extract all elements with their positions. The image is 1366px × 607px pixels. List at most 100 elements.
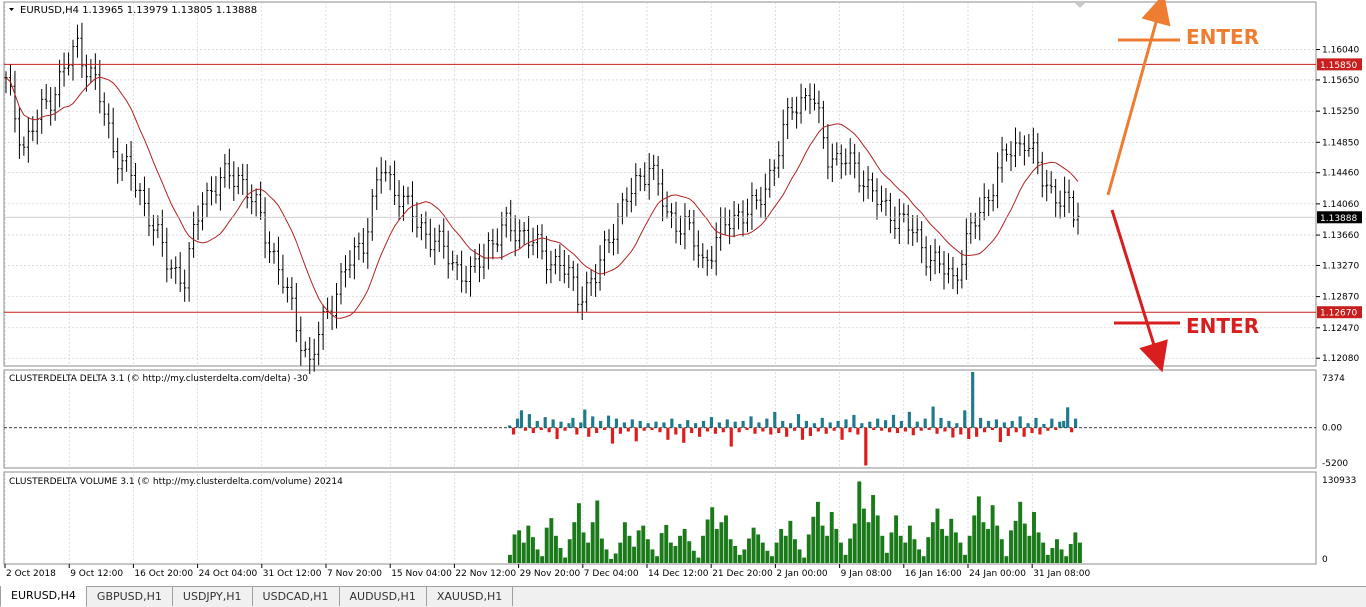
tab-eurusd-h4[interactable]: EURUSD,H4 <box>0 586 87 607</box>
delta-bar <box>610 427 615 444</box>
delta-bar <box>990 427 995 430</box>
volume-bar <box>664 524 669 563</box>
volume-bar <box>797 549 802 563</box>
volume-bar <box>673 546 678 563</box>
delta-bar <box>947 420 951 428</box>
volume-bar <box>829 512 834 563</box>
delta-bar <box>1046 427 1050 431</box>
volume-bar <box>572 522 577 563</box>
volume-bar <box>1013 520 1018 563</box>
delta-bar <box>551 419 555 428</box>
delta-bar <box>1042 423 1046 428</box>
current-price-label: 1.13888 <box>1320 214 1357 224</box>
delta-bar <box>824 427 828 434</box>
delta-bar <box>864 427 868 466</box>
tab-xauusd-h1[interactable]: XAUUSD,H1 <box>427 587 514 606</box>
volume-bar <box>521 542 526 563</box>
delta-bar <box>955 423 959 428</box>
delta-bar <box>872 427 876 430</box>
delta-bar <box>741 420 745 428</box>
delta-bar <box>982 427 987 433</box>
volume-bar <box>976 496 981 563</box>
volume-bar <box>632 546 637 563</box>
volume-bar <box>1059 549 1064 563</box>
delta-bar <box>745 427 749 430</box>
delta-bar <box>868 421 872 428</box>
delta-bar <box>808 427 812 437</box>
delta-bar <box>697 427 702 437</box>
delta-bar <box>567 423 571 428</box>
price-tick-label: 1.12870 <box>1322 293 1359 303</box>
delta-bar <box>725 419 729 428</box>
delta-bar <box>1054 427 1058 430</box>
delta-bar <box>832 427 836 431</box>
volume-bar <box>1009 530 1013 563</box>
volume-bar <box>793 539 797 563</box>
delta-bar <box>919 427 923 431</box>
volume-tick-label: 0 <box>1322 555 1328 565</box>
chart-background <box>0 0 1366 586</box>
delta-bar <box>1022 427 1026 437</box>
delta-bar <box>579 422 583 428</box>
volume-bar <box>650 549 655 563</box>
delta-bar <box>511 427 516 435</box>
volume-bar <box>549 518 554 563</box>
volume-bar <box>981 522 986 563</box>
volume-bar <box>553 535 558 563</box>
delta-bar <box>602 427 607 430</box>
volume-bar <box>719 522 724 563</box>
delta-bar <box>555 427 559 440</box>
volume-bar <box>540 556 545 563</box>
volume-bar <box>806 534 811 563</box>
time-tick-label: 15 Nov 04:00 <box>391 569 452 579</box>
volume-bar <box>1064 556 1069 563</box>
delta-bar <box>998 427 1002 443</box>
tab-gbpusd-h1[interactable]: GBPUSD,H1 <box>87 587 173 606</box>
trading-chart: 1.15850 1.12670 1.13888 1.16040 1.15650 1.15… <box>0 0 1366 586</box>
delta-bar <box>1018 416 1022 428</box>
volume-bar <box>710 507 715 563</box>
enter-label-down: ENTER <box>1186 314 1259 338</box>
volume-bar <box>618 542 623 563</box>
volume-bar <box>903 542 908 563</box>
tab-audusd-h1[interactable]: AUDUSD,H1 <box>340 587 427 606</box>
delta-bar <box>543 417 547 428</box>
delta-bar <box>943 427 947 432</box>
volume-bar <box>1055 539 1059 563</box>
delta-bar <box>792 427 797 431</box>
delta-indicator-title: CLUSTERDELTA DELTA 3.1 (© http://my.clus… <box>9 374 308 384</box>
delta-bar <box>777 427 781 434</box>
price-tick-label: 1.16040 <box>1322 46 1359 56</box>
delta-bar <box>686 420 690 428</box>
delta-bar <box>729 427 733 447</box>
delta-bar <box>765 418 769 428</box>
delta-bar <box>705 427 710 432</box>
volume-bar <box>742 549 747 563</box>
delta-bar <box>895 427 900 434</box>
delta-bar <box>979 417 983 428</box>
delta-bar <box>812 423 816 428</box>
delta-bar <box>761 427 765 432</box>
volume-bar <box>921 556 926 563</box>
delta-bar <box>1074 418 1078 428</box>
delta-bar <box>951 427 955 438</box>
volume-bar <box>995 525 1000 563</box>
tab-usdjpy-h1[interactable]: USDJPY,H1 <box>173 587 253 606</box>
delta-bar <box>891 414 896 428</box>
delta-tick-label: 7374 <box>1322 374 1345 384</box>
volume-bar <box>756 534 761 563</box>
delta-bar <box>939 417 943 428</box>
volume-bar <box>990 505 995 563</box>
time-tick-label: 2 Oct 2018 <box>6 569 56 579</box>
tab-usdcad-h1[interactable]: USDCAD,H1 <box>253 587 340 606</box>
volume-bar <box>838 542 843 563</box>
volume-bar <box>944 535 949 563</box>
delta-bar <box>796 414 801 428</box>
delta-bar <box>1038 427 1042 435</box>
volume-bar <box>986 529 990 563</box>
volume-bar <box>912 539 917 563</box>
delta-bar <box>515 418 520 428</box>
volume-bar <box>871 495 876 563</box>
level-price-label: 1.12670 <box>1320 309 1357 319</box>
delta-bar <box>789 423 793 428</box>
